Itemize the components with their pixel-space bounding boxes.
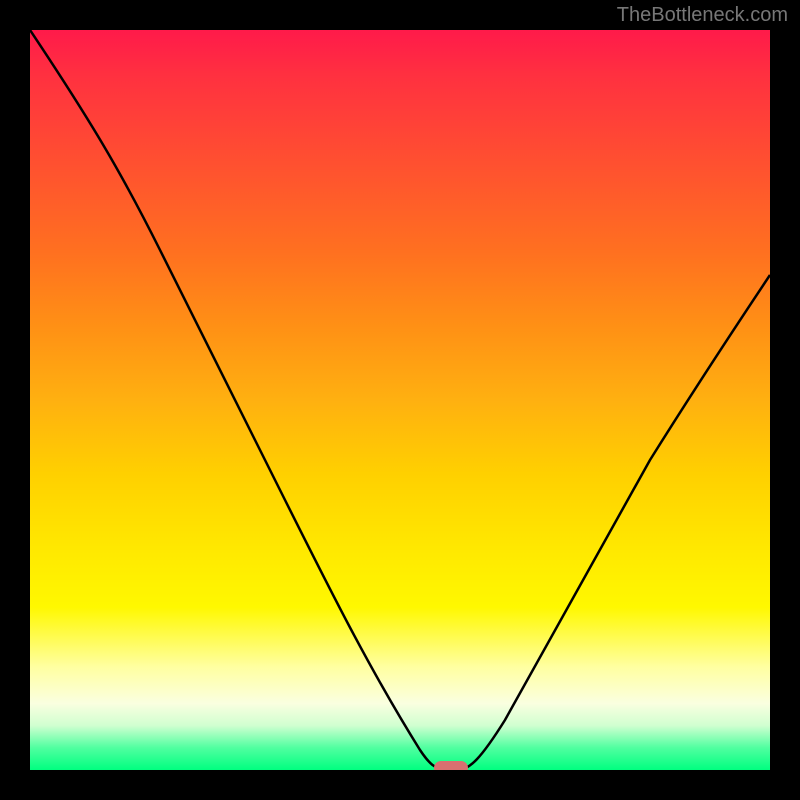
bottleneck-curve	[30, 30, 770, 770]
chart-svg	[30, 30, 770, 770]
optimal-point-marker	[434, 761, 468, 770]
watermark-text: TheBottleneck.com	[617, 4, 788, 27]
chart-container	[30, 30, 770, 770]
